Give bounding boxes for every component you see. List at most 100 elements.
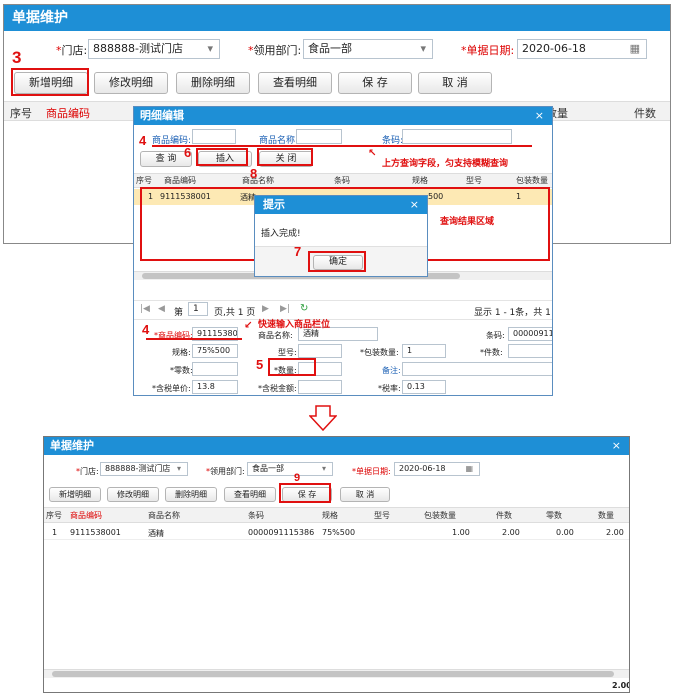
view-detail-button[interactable]: 查看明细 [258,72,332,94]
b-add-detail-button[interactable]: 新增明细 [49,487,101,502]
annotation-8: 8 [250,166,258,181]
search-name-input[interactable] [296,129,342,144]
b-dept-select[interactable]: 食品一部 ▾ [247,462,333,476]
b-edit-detail-button[interactable]: 修改明细 [107,487,159,502]
b-row-spec: 75%500 [322,528,356,537]
form-name-label: 商品名称: [258,331,293,340]
b-row-barcode: 0000091115386 [248,528,315,537]
pager-next-icon[interactable]: ▶ [262,304,269,314]
save-button[interactable]: 保 存 [338,72,412,94]
b-row-name: 酒精 [148,529,164,538]
search-barcode-input[interactable] [402,129,512,144]
b-view-detail-button[interactable]: 查看明细 [224,487,276,502]
annotation-4b: 4 [142,322,150,337]
b-col-index: 序号 [46,511,62,520]
b-col-barcode: 条码 [248,511,264,520]
b-row-pack: 1.00 [452,528,470,537]
form-pieces-input[interactable] [508,344,552,358]
alert-titlebar: 提示 × [255,196,427,214]
pager-prev-icon[interactable]: ◀ [158,304,165,314]
form-qty-label: *数量: [274,366,297,375]
dept-select[interactable]: 食品一部 ▾ [303,39,433,59]
annotation-3: 3 [12,48,22,67]
form-model-label: 型号: [278,348,297,357]
b-col-name: 商品名称 [148,511,180,520]
col-pieces: 件数 [634,107,656,120]
b-row-code: 9111538001 [70,528,121,537]
ok-button[interactable]: 确定 [313,255,363,270]
b-col-loose: 零数 [546,511,562,520]
b-col-qty: 数量 [598,511,614,520]
cancel-button[interactable]: 取 消 [418,72,492,94]
b-row-index: 1 [52,528,58,537]
pager-last-icon[interactable]: ▶| [280,304,290,314]
date-input[interactable]: 2020-06-18 ▦ [517,39,647,59]
pager-page-input[interactable]: 1 [188,302,208,316]
form-price-label: *含税单价: [152,384,191,393]
dialog-row-pack: 1 [516,192,522,201]
chevron-down-icon: ▾ [321,464,326,473]
insert-button[interactable]: 插入 [198,151,252,167]
form-tax-input[interactable]: 0.13 [402,380,446,394]
quick-note: 快速输入商品栏位 [258,320,331,330]
col-index: 序号 [10,107,32,120]
pager-first-icon[interactable]: |◀ [140,304,150,314]
b-col-pieces: 件数 [496,511,512,520]
b-dept-label: *领用部门: [206,467,245,476]
form-model-input[interactable] [298,344,342,358]
dialog-titlebar: 明细编辑 × [134,107,552,125]
close-icon[interactable]: × [535,107,544,125]
b-row-pieces: 2.00 [502,528,520,537]
b-store-select[interactable]: 888888-测试门店 ▾ [100,462,188,476]
refresh-icon[interactable]: ↻ [300,303,308,314]
annotation-7: 7 [294,244,302,259]
dialog-col-model: 型号 [466,176,482,185]
form-price-input[interactable]: 13.8 [192,380,238,394]
form-amount-input[interactable] [298,380,342,394]
form-spec-label: 规格: [172,348,191,357]
annotation-5: 5 [256,357,264,372]
search-code-input[interactable] [192,129,236,144]
down-arrow-icon [309,405,337,431]
store-select[interactable]: 888888-测试门店 ▾ [88,39,220,59]
scrollbar-thumb[interactable] [52,671,614,677]
annotation-9: 9 [294,472,301,484]
form-pack-input[interactable]: 1 [402,344,446,358]
close-icon[interactable]: × [410,196,419,214]
dialog-row-spec: 500 [428,192,444,201]
search-note-arrow-icon: ↖ [368,148,377,159]
form-barcode-label: 条码: [486,331,505,340]
chevron-down-icon: ▾ [207,42,213,55]
dialog-col-index: 序号 [136,176,152,185]
b-date-input[interactable]: 2020-06-18 ▦ [394,462,480,476]
search-underline [152,145,532,147]
b-date-label: *单据日期: [352,467,391,476]
b-cancel-button[interactable]: 取 消 [340,487,390,502]
close-button[interactable]: 关 闭 [259,151,313,167]
bottom-window: 单据维护 × *门店: 888888-测试门店 ▾ *领用部门: 食品一部 ▾ *单… [43,436,630,693]
dialog-row-index: 1 [148,192,154,201]
b-row-qty: 2.00 [606,528,624,537]
pager-total: 页,共 1 页 [214,308,256,318]
pager-summary: 显示 1 - 1条，共 1 条 [474,308,552,318]
pager-page-label: 第 [174,308,184,318]
col-code: 商品编码 [46,107,90,120]
form-qty-input[interactable] [298,362,342,376]
b-save-button[interactable]: 保 存 [282,487,332,502]
form-loose-input[interactable] [192,362,238,376]
delete-detail-button[interactable]: 删除明细 [176,72,250,94]
close-icon[interactable]: × [612,437,621,455]
alert-message: 插入完成! [261,229,301,239]
form-note-input[interactable] [402,362,552,376]
bottom-window-titlebar: 单据维护 × [44,437,629,455]
b-delete-detail-button[interactable]: 删除明细 [165,487,217,502]
form-spec-input[interactable]: 75%500 [192,344,238,358]
b-col-model: 型号 [374,511,390,520]
top-window-titlebar: 单据维护 [4,5,670,31]
date-label: *单据日期: [461,44,515,57]
b-h-scrollbar[interactable] [44,669,629,678]
edit-detail-button[interactable]: 修改明细 [94,72,168,94]
dialog-col-pack: 包装数量 [516,176,548,185]
form-barcode-input[interactable]: 000009111 [508,327,552,341]
add-detail-button[interactable]: 新增明细 [14,72,88,94]
